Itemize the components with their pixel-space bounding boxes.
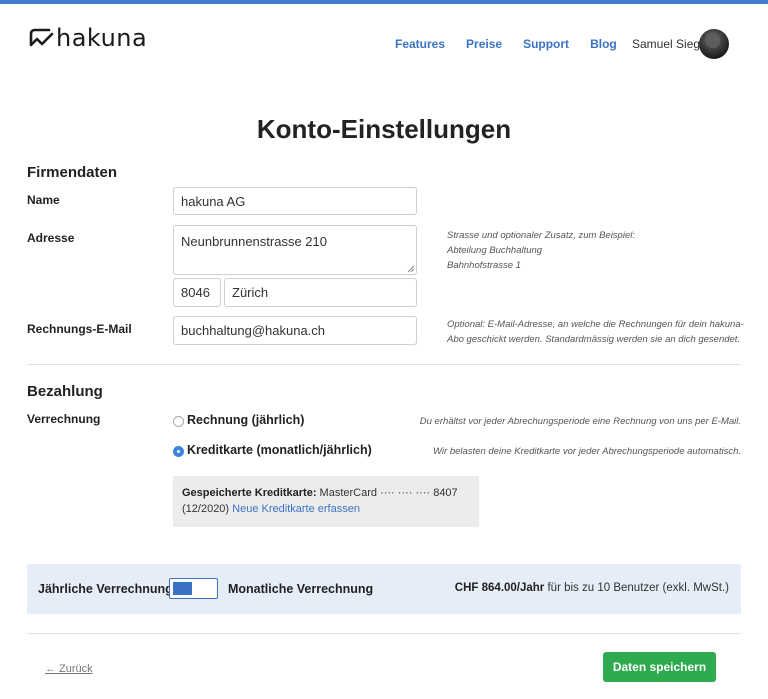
toggle-knob (173, 582, 192, 595)
address-textarea[interactable]: Neunbrunnenstrasse 210 (173, 225, 417, 275)
footer-divider (27, 633, 741, 634)
address-hint: Strasse und optionaler Zusatz, zum Beisp… (447, 230, 635, 271)
radio-creditcard[interactable] (173, 446, 184, 457)
creditcard-hint: Wir belasten deine Kreditkarte vor jeder… (433, 446, 741, 457)
billing-period-toggle[interactable] (169, 578, 218, 599)
new-card-link[interactable]: Neue Kreditkarte erfassen (232, 503, 360, 515)
price-suffix: für bis zu 10 Benutzer (exkl. MwSt.) (544, 582, 729, 594)
nav-features[interactable]: Features (395, 37, 445, 51)
zip-input[interactable]: 8046 (173, 278, 221, 307)
price-text: CHF 864.00/Jahr für bis zu 10 Benutzer (… (455, 582, 729, 594)
company-name-value: hakuna AG (181, 193, 246, 209)
resize-grip-icon[interactable] (407, 265, 414, 272)
radio-invoice-label[interactable]: Rechnung (jährlich) (187, 413, 304, 427)
zip-value: 8046 (181, 285, 210, 300)
logo-text: hakuna (56, 24, 148, 52)
city-input[interactable]: Zürich (224, 278, 417, 307)
logo[interactable]: hakuna (27, 24, 147, 52)
save-button[interactable]: Daten speichern (603, 652, 716, 682)
address-label: Adresse (27, 231, 75, 245)
company-name-input[interactable]: hakuna AG (173, 187, 417, 215)
user-name[interactable]: Samuel Sieg (632, 37, 700, 51)
nav-blog[interactable]: Blog (590, 37, 617, 51)
price-amount: CHF 864.00/Jahr (454, 582, 545, 594)
nav-support[interactable]: Support (523, 37, 569, 51)
email-label: Rechnungs-E-Mail (27, 322, 132, 336)
main-nav: Features Preise Support Blog (395, 37, 638, 51)
avatar[interactable] (699, 29, 729, 59)
billing-label: Verrechnung (27, 412, 101, 426)
top-accent-bar (0, 0, 768, 4)
address-value: Neunbrunnenstrasse 210 (181, 234, 327, 249)
page-title: Konto-Einstellungen (256, 114, 512, 144)
city-value: Zürich (232, 285, 269, 300)
section-divider (27, 364, 741, 365)
monthly-label[interactable]: Monatliche Verrechnung (228, 582, 373, 596)
saved-card-prefix: Gespeicherte Kreditkarte: (182, 487, 317, 499)
nav-preise[interactable]: Preise (466, 37, 502, 51)
radio-creditcard-label[interactable]: Kreditkarte (monatlich/jährlich) (187, 443, 372, 457)
billing-email-value: buchhaltung@hakuna.ch (181, 323, 326, 338)
hakuna-logo-icon (29, 28, 54, 47)
email-hint: Optional: E-Mail-Adresse, an welche die … (447, 319, 744, 345)
billing-period-bar: Jährliche Verrechnung Monatliche Verrech… (27, 564, 741, 614)
yearly-label[interactable]: Jährliche Verrechnung (38, 582, 173, 596)
saved-card-details: MasterCard ···· ···· ···· 8407 (316, 487, 458, 499)
section-title-payment: Bezahlung (27, 383, 103, 400)
section-title-company: Firmendaten (27, 164, 118, 181)
name-label: Name (27, 193, 60, 207)
back-link[interactable]: ← Zurück (45, 663, 93, 675)
billing-email-input[interactable]: buchhaltung@hakuna.ch (173, 316, 417, 345)
radio-invoice[interactable] (173, 416, 184, 427)
saved-card-expiry: (12/2020) (182, 503, 230, 515)
invoice-hint: Du erhältst vor jeder Abrechungsperiode … (419, 416, 741, 427)
saved-card-box: Gespeicherte Kreditkarte: MasterCard ···… (173, 476, 479, 527)
